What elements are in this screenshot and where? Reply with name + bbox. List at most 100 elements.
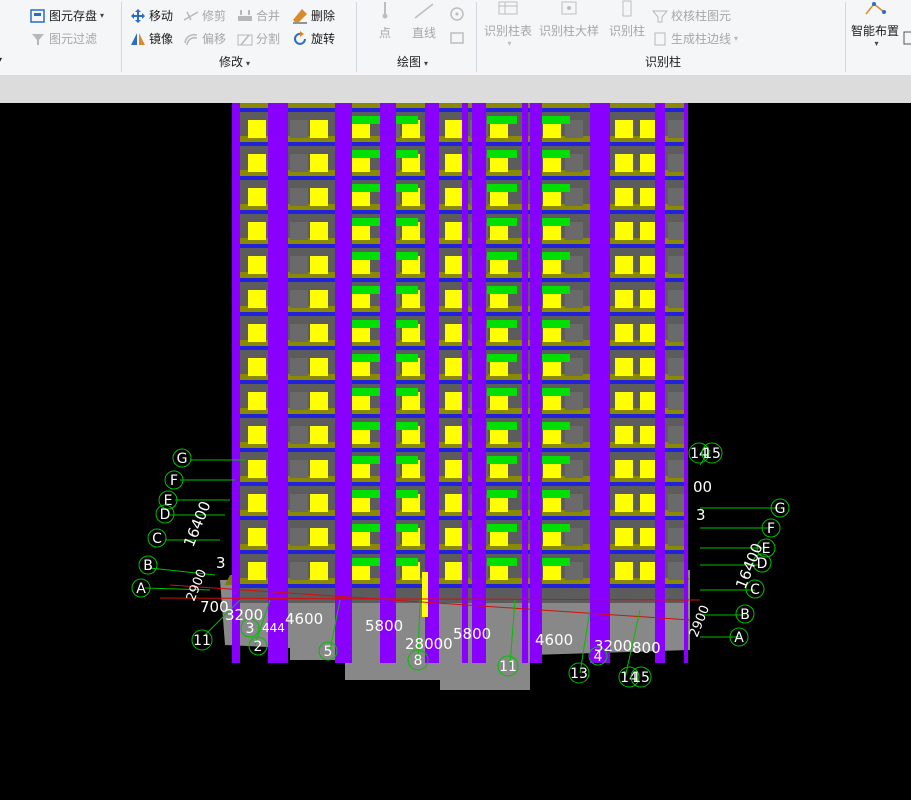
slab-edge — [540, 252, 570, 260]
rotate-button[interactable]: 旋转 — [292, 30, 335, 47]
draw-line-button[interactable]: 直线 — [412, 2, 436, 41]
slab-edge — [540, 320, 570, 328]
overflow-icon[interactable] — [903, 30, 911, 46]
window-pane — [668, 358, 686, 376]
draw-point-button[interactable]: 点 — [374, 2, 396, 41]
dim-3-left: 3 — [216, 554, 226, 572]
gen-column-edge-button[interactable]: 生成柱边线 ▾ — [652, 30, 738, 47]
window-pane — [290, 528, 308, 546]
window-pane — [668, 222, 686, 240]
window-pane — [615, 562, 633, 580]
window-pane — [310, 120, 328, 138]
dim-444: 444 — [262, 621, 285, 635]
window-pane — [668, 154, 686, 172]
point-icon — [382, 2, 388, 19]
modify-group-label[interactable]: 修改 ▾ — [219, 53, 250, 70]
slab-edge — [487, 320, 517, 328]
slab-edge — [350, 422, 380, 430]
3d-viewport[interactable]: G F E D C B A G F E D C B A 11 3 2 5 8 1… — [0, 103, 911, 800]
identify-column-button[interactable]: 识别柱 — [609, 0, 645, 39]
window-pane — [248, 324, 266, 342]
slab-edge — [487, 388, 517, 396]
slab-edge — [350, 388, 380, 396]
window-pane — [248, 528, 266, 546]
chevron-down-icon: ▾ — [100, 11, 105, 20]
window-pane — [615, 256, 633, 274]
window-pane — [248, 392, 266, 410]
window-pane — [445, 154, 463, 172]
identify-column-table-button[interactable]: 识别柱表 ▾ — [484, 0, 532, 48]
window-pane — [615, 392, 633, 410]
merge-icon — [237, 8, 253, 24]
window-pane — [615, 290, 633, 308]
draw-rect-button[interactable] — [449, 30, 468, 46]
window-pane — [445, 120, 463, 138]
draw-point-label: 点 — [378, 26, 391, 40]
merge-button[interactable]: 合并 — [237, 7, 280, 24]
window-pane — [615, 222, 633, 240]
group-separator — [845, 2, 846, 72]
window-pane — [310, 154, 328, 172]
window-pane — [615, 460, 633, 478]
smart-layout-button[interactable]: 智能布置 ▾ — [851, 0, 899, 48]
dim-16400-left: 16400 — [180, 499, 215, 550]
chevron-down-icon: ▾ — [507, 39, 512, 48]
offset-icon — [183, 31, 199, 47]
split-button[interactable]: 分割 — [237, 30, 280, 47]
window-pane — [668, 120, 686, 138]
slab-edge — [540, 456, 570, 464]
window-pane — [445, 494, 463, 512]
slab-edge — [540, 218, 570, 226]
window-pane — [445, 290, 463, 308]
column — [335, 103, 342, 663]
window-pane — [290, 120, 308, 138]
window-pane — [615, 494, 633, 512]
mirror-button[interactable]: 镜像 — [130, 30, 173, 47]
trim-button[interactable]: 修剪 — [183, 7, 226, 24]
window-pane — [248, 188, 266, 206]
move-button[interactable]: 移动 — [130, 7, 173, 24]
slab-edge — [487, 184, 517, 192]
slab-edge — [540, 490, 570, 498]
identify-column-detail-button[interactable]: 识别柱大样 — [539, 0, 599, 39]
save-element-button[interactable]: 图元存盘 ▾ — [30, 7, 104, 24]
axis-label-G-left: G — [177, 451, 188, 467]
group-separator — [476, 2, 477, 72]
move-label: 移动 — [149, 9, 174, 23]
axis-num-11-right: 11 — [499, 659, 517, 675]
window-pane — [248, 460, 266, 478]
mirror-icon — [130, 31, 146, 47]
window-pane — [445, 358, 463, 376]
window-pane — [290, 222, 308, 240]
delete-button[interactable]: 删除 — [292, 7, 335, 24]
filter-element-button[interactable]: 图元过滤 — [30, 30, 97, 47]
save-element-label: 图元存盘 — [49, 9, 98, 23]
axis-label-G-right: G — [775, 501, 786, 517]
window-pane — [248, 494, 266, 512]
identify-column-label: 识别柱 — [609, 24, 646, 38]
slab-edge — [487, 422, 517, 430]
column — [684, 103, 688, 663]
eraser-icon — [292, 8, 308, 24]
slab-edge — [540, 524, 570, 532]
draw-circle-button[interactable] — [449, 6, 468, 22]
window-pane — [310, 324, 328, 342]
window-pane — [310, 528, 328, 546]
ribbon-collapse-arrow[interactable]: ▾ — [0, 55, 2, 64]
window-pane — [248, 358, 266, 376]
check-icon — [651, 8, 669, 24]
3d-building-model[interactable]: G F E D C B A G F E D C B A 11 3 2 5 8 1… — [0, 103, 911, 800]
offset-button[interactable]: 偏移 — [183, 30, 226, 47]
window-pane — [310, 358, 328, 376]
smart-layout-label: 智能布置 — [851, 24, 900, 38]
window-pane — [248, 290, 266, 308]
window-pane — [615, 324, 633, 342]
dim-4600-left: 4600 — [285, 610, 323, 628]
window-pane — [290, 188, 308, 206]
draw-group-label[interactable]: 绘图 ▾ — [397, 53, 428, 70]
offset-label: 偏移 — [202, 32, 227, 46]
check-column-button[interactable]: 校核柱图元 — [651, 7, 731, 24]
group-separator — [356, 2, 357, 72]
left-axis-markers: G F E D C B A — [131, 448, 192, 598]
window-pane — [310, 188, 328, 206]
